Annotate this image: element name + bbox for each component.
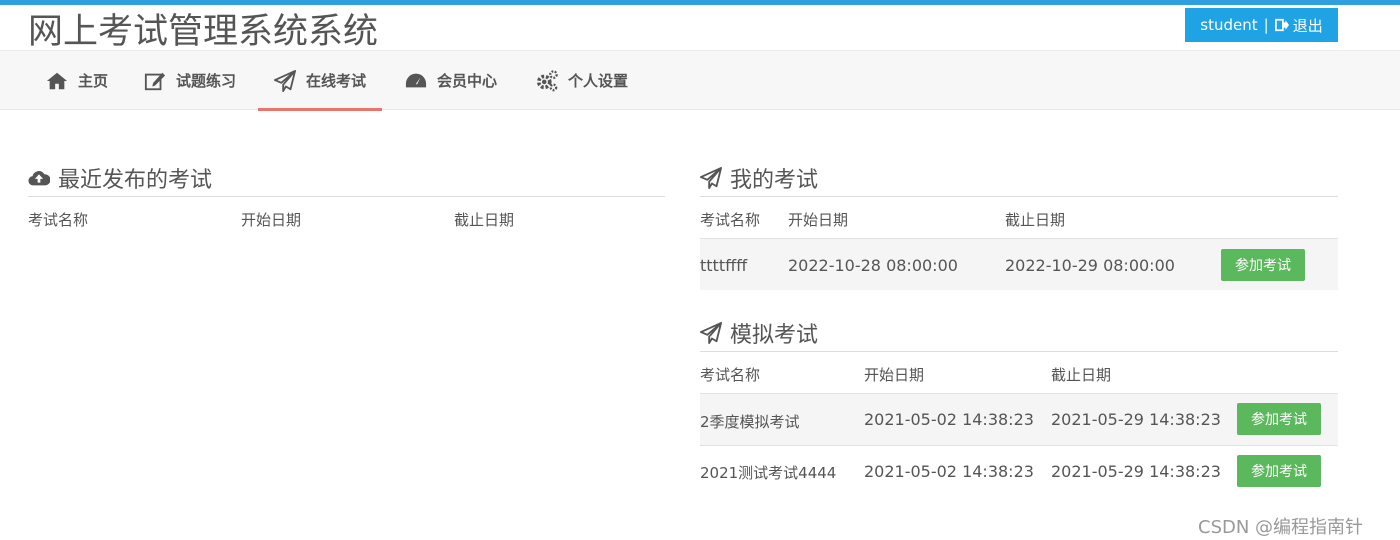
nav-label-home: 主页 [78,72,109,90]
recent-col-end: 截止日期 [454,211,515,229]
site-title: 网上考试管理系统系统 [28,12,379,52]
watermark: CSDN @编程指南针 [1198,517,1364,538]
recent-col-start: 开始日期 [241,211,302,229]
mock-row-0-name: 2季度模拟考试 [700,413,800,431]
nav-label-settings: 个人设置 [568,72,629,90]
join-exam-button[interactable]: 参加考试 [1237,403,1321,435]
dashboard-icon [405,73,427,87]
mock-exams-heading: 模拟考试 [700,317,818,349]
paper-plane-icon [274,69,296,92]
mock-row-1-start: 2021-05-02 14:38:23 [864,462,1034,481]
logout-label: 退出 [1292,16,1323,35]
paper-plane-icon [700,167,722,189]
edit-icon [144,72,166,90]
my-col-name: 考试名称 [700,211,761,229]
my-col-end: 截止日期 [1005,211,1066,229]
recent-exams-divider [28,196,665,197]
my-row-0-name: ttttffff [700,256,748,275]
mock-col-start: 开始日期 [864,366,925,384]
mock-row-1-name: 2021测试考试4444 [700,464,837,482]
recent-exams-heading: 最近发布的考试 [28,162,212,194]
my-row-0-end: 2022-10-29 08:00:00 [1005,256,1175,275]
mock-exams-divider [700,351,1338,352]
nav-item-member-center[interactable]: 会员中心 [405,51,497,110]
home-icon [46,72,68,89]
my-exams-divider [700,196,1338,197]
mock-row-1-end: 2021-05-29 14:38:23 [1051,462,1221,481]
user-menu[interactable]: student | 退出 [1185,8,1338,42]
nav-item-settings[interactable]: 个人设置 [536,51,628,110]
user-separator: | [1263,16,1269,34]
my-row-0-start: 2022-10-28 08:00:00 [788,256,958,275]
logout-button[interactable]: 退出 [1274,15,1323,36]
paper-plane-icon [700,322,722,344]
my-col-start: 开始日期 [788,211,849,229]
nav-item-online-exam[interactable]: 在线考试 [257,51,383,111]
mock-row-0-start: 2021-05-02 14:38:23 [864,410,1034,429]
join-exam-button[interactable]: 参加考试 [1237,455,1321,487]
mock-col-end: 截止日期 [1051,366,1112,384]
mock-row-divider [700,445,1338,446]
gears-icon [536,69,558,91]
mock-row-0-end: 2021-05-29 14:38:23 [1051,410,1221,429]
username[interactable]: student [1200,16,1257,34]
recent-exams-title: 最近发布的考试 [58,168,213,193]
my-exams-title: 我的考试 [730,168,819,193]
mock-exams-title: 模拟考试 [730,323,819,348]
header: 网上考试管理系统系统 student | 退出 [0,5,1400,52]
mock-col-name: 考试名称 [700,366,761,384]
nav-item-practice[interactable]: 试题练习 [144,51,236,110]
nav-label-member-center: 会员中心 [437,72,498,90]
my-exams-heading: 我的考试 [700,162,818,194]
nav-item-home[interactable]: 主页 [46,51,108,110]
main-nav: 主页 试题练习 在线考试 会员中心 个人设置 [0,50,1400,111]
cloud-upload-icon [28,171,50,186]
join-exam-button[interactable]: 参加考试 [1221,249,1305,281]
nav-label-practice: 试题练习 [176,72,237,90]
sign-out-icon [1274,18,1289,32]
nav-label-online-exam: 在线考试 [306,72,367,90]
recent-col-name: 考试名称 [28,211,89,229]
